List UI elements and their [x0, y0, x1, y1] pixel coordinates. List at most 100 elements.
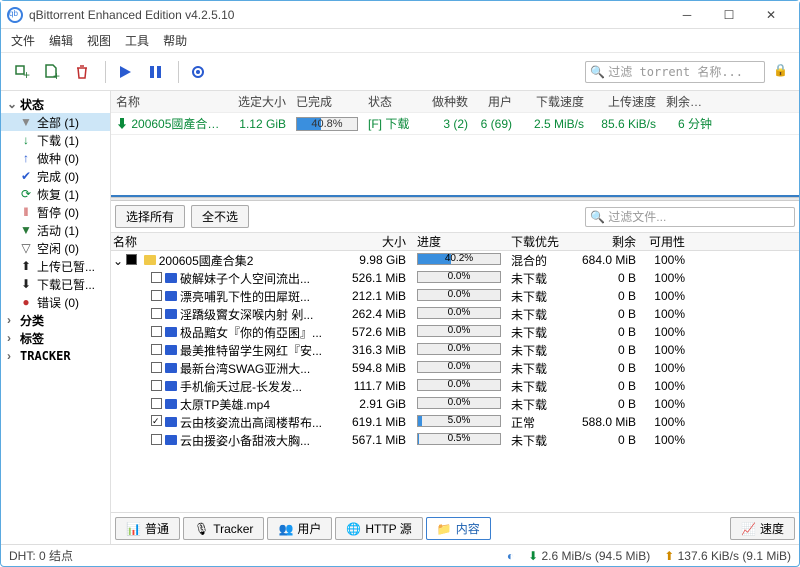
- tab-tracker[interactable]: 🎙 Tracker: [183, 517, 264, 540]
- close-button[interactable]: ✕: [759, 6, 783, 24]
- sidebar-item-6[interactable]: ▼活动 (1): [1, 221, 110, 239]
- titlebar: qBittorrent Enhanced Edition v4.2.5.10 ─…: [1, 1, 799, 29]
- tab-content[interactable]: 📁 内容: [426, 517, 491, 540]
- svg-text:+: +: [23, 68, 30, 81]
- col-eta[interactable]: 剩余时间: [661, 93, 717, 110]
- fcol-size[interactable]: 大小: [341, 233, 411, 250]
- sidebar-item-2[interactable]: ↑做种 (0): [1, 149, 110, 167]
- detail-tabs: 📊 普通 🎙 Tracker 👥 用户 🌐 HTTP 源 📁 内容 📈 速度: [111, 512, 799, 544]
- file-row[interactable]: 淫蹻级竇女深喉内射 剁...262.4 MiB0.0%未下载0 B100%: [111, 305, 799, 323]
- sidebar-item-4[interactable]: ⟳恢复 (1): [1, 185, 110, 203]
- select-all-button[interactable]: 选择所有: [115, 205, 185, 228]
- sidebar-item-9[interactable]: ⬇下载已暂...: [1, 275, 110, 293]
- checkbox[interactable]: [151, 415, 162, 426]
- torrent-row[interactable]: ⬇ 200605國產合集2 1.12 GiB 40.8% [F] 下载 3 (2…: [111, 113, 799, 135]
- file-row[interactable]: 漂亮哺乳下性的田犀斑...212.1 MiB0.0%未下载0 B100%: [111, 287, 799, 305]
- torrent-header-row: 名称 选定大小 已完成 状态 做种数 用户 下载速度 上传速度 剩余时间: [111, 91, 799, 113]
- delete-button[interactable]: [69, 59, 95, 85]
- fcol-avail[interactable]: 可用性: [641, 233, 691, 250]
- video-icon: [165, 399, 177, 409]
- filter-torrents-input[interactable]: 🔍 过滤 torrent 名称...: [585, 61, 765, 83]
- video-icon: [165, 417, 177, 427]
- checkbox[interactable]: [151, 290, 162, 301]
- sidebar-item-7[interactable]: ▽空闲 (0): [1, 239, 110, 257]
- search-icon: 🔍: [590, 65, 605, 79]
- fcol-name[interactable]: 名称: [111, 233, 341, 250]
- checkbox[interactable]: [151, 380, 162, 391]
- sidebar-item-8[interactable]: ⬆上传已暂...: [1, 257, 110, 275]
- menu-edit[interactable]: 编辑: [49, 32, 73, 49]
- menu-file[interactable]: 文件: [11, 32, 35, 49]
- sidebar-item-3[interactable]: ✔完成 (0): [1, 167, 110, 185]
- fcol-prio[interactable]: 下载优先: [507, 233, 567, 250]
- file-row[interactable]: 云由核姿流出高阔楼帮布...619.1 MiB5.0%正常588.0 MiB10…: [111, 413, 799, 431]
- checkbox[interactable]: [151, 308, 162, 319]
- folder-row[interactable]: ⌄ 200605國產合集2 9.98 GiB 40.2% 混合的 684.0 M…: [111, 251, 799, 269]
- menu-view[interactable]: 视图: [87, 32, 111, 49]
- col-done[interactable]: 已完成: [291, 93, 363, 110]
- tab-speed[interactable]: 📈 速度: [730, 517, 795, 540]
- file-row[interactable]: 太原TP美雄.mp42.91 GiB0.0%未下载0 B100%: [111, 395, 799, 413]
- fcol-rem[interactable]: 剩余: [567, 233, 641, 250]
- sidebar-item-5[interactable]: ‖暂停 (0): [1, 203, 110, 221]
- tab-peers[interactable]: 👥 用户: [267, 517, 332, 540]
- col-name[interactable]: 名称: [111, 93, 231, 110]
- file-row[interactable]: 云由援姿小备甜液大胸...567.1 MiB0.5%未下载0 B100%: [111, 431, 799, 449]
- file-filter-bar: 选择所有 全不选 🔍 过滤文件...: [111, 201, 799, 233]
- pause-button[interactable]: [142, 59, 168, 85]
- file-row[interactable]: 最新台湾SWAG亚洲大...594.8 MiB0.0%未下载0 B100%: [111, 359, 799, 377]
- sidebar-item-0[interactable]: ▼全部 (1): [1, 113, 110, 131]
- maximize-button[interactable]: ☐: [717, 6, 741, 24]
- add-link-button[interactable]: +: [9, 59, 35, 85]
- toolbar: + + 🔍 过滤 torrent 名称... 🔒: [1, 53, 799, 91]
- sidebar-category[interactable]: ›分类: [1, 311, 110, 329]
- fcol-prog[interactable]: 进度: [411, 233, 507, 250]
- col-dl[interactable]: 下载速度: [517, 93, 589, 110]
- col-size[interactable]: 选定大小: [231, 93, 291, 110]
- checkbox[interactable]: [151, 434, 162, 445]
- col-ul[interactable]: 上传速度: [589, 93, 661, 110]
- sidebar-status-header[interactable]: ⌄状态: [1, 95, 110, 113]
- menu-tools[interactable]: 工具: [125, 32, 149, 49]
- checkbox[interactable]: [151, 362, 162, 373]
- file-row[interactable]: 极品黯女『你的侑亞囷』...572.6 MiB0.0%未下载0 B100%: [111, 323, 799, 341]
- tab-http[interactable]: 🌐 HTTP 源: [335, 517, 422, 540]
- checkbox[interactable]: [151, 326, 162, 337]
- statusbar: DHT: 0 结点 ◐ ⬇ 2.6 MiB/s (94.5 MiB) ⬆ 137…: [1, 544, 799, 566]
- folder-icon: [144, 255, 156, 265]
- col-status[interactable]: 状态: [363, 93, 417, 110]
- sidebar-tracker[interactable]: ›TRACKER: [1, 347, 110, 365]
- minimize-button[interactable]: ─: [675, 6, 699, 24]
- file-row[interactable]: 破解妹子个人空间流出...526.1 MiB0.0%未下载0 B100%: [111, 269, 799, 287]
- checkbox[interactable]: [126, 254, 137, 265]
- window-title: qBittorrent Enhanced Edition v4.2.5.10: [29, 8, 675, 22]
- sidebar-item-1[interactable]: ↓下载 (1): [1, 131, 110, 149]
- file-row[interactable]: 最美推特留学生网红『安...316.3 MiB0.0%未下载0 B100%: [111, 341, 799, 359]
- settings-button[interactable]: [185, 59, 211, 85]
- sidebar-tags[interactable]: ›标签: [1, 329, 110, 347]
- svg-text:+: +: [53, 69, 60, 81]
- video-icon: [165, 435, 177, 445]
- col-peers[interactable]: 用户: [473, 93, 517, 110]
- file-row[interactable]: 手机偷夭过屁-长发发...111.7 MiB0.0%未下载0 B100%: [111, 377, 799, 395]
- select-none-button[interactable]: 全不选: [191, 205, 249, 228]
- video-icon: [165, 309, 177, 319]
- checkbox[interactable]: [151, 398, 162, 409]
- add-file-button[interactable]: +: [39, 59, 65, 85]
- tab-general[interactable]: 📊 普通: [115, 517, 180, 540]
- video-icon: [165, 273, 177, 283]
- menu-help[interactable]: 帮助: [163, 32, 187, 49]
- resume-button[interactable]: [112, 59, 138, 85]
- col-seeds[interactable]: 做种数: [417, 93, 473, 110]
- sidebar-item-10[interactable]: ●错误 (0): [1, 293, 110, 311]
- file-list: ⌄ 200605國產合集2 9.98 GiB 40.2% 混合的 684.0 M…: [111, 251, 799, 512]
- lock-icon[interactable]: 🔒: [773, 63, 791, 81]
- filter-files-input[interactable]: 🔍 过滤文件...: [585, 207, 795, 227]
- video-icon: [165, 291, 177, 301]
- status-dl: ⬇ 2.6 MiB/s (94.5 MiB): [528, 549, 650, 563]
- disk-icon: ◐: [507, 549, 514, 563]
- torrent-list: 名称 选定大小 已完成 状态 做种数 用户 下载速度 上传速度 剩余时间 ⬇ 2…: [111, 91, 799, 197]
- sidebar: ⌄状态 ▼全部 (1)↓下载 (1)↑做种 (0)✔完成 (0)⟳恢复 (1)‖…: [1, 91, 111, 544]
- checkbox[interactable]: [151, 344, 162, 355]
- checkbox[interactable]: [151, 272, 162, 283]
